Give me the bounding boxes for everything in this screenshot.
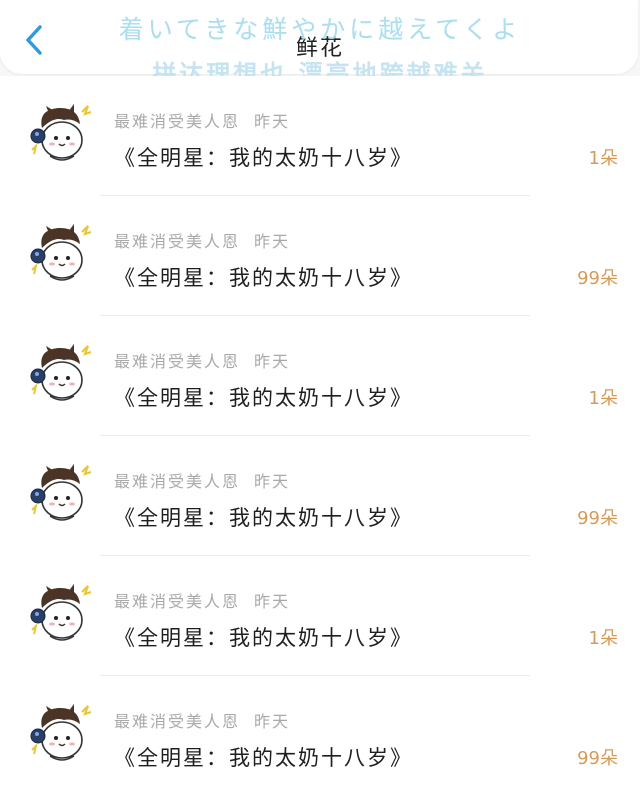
avatar [30,224,92,281]
sender-line: 最难消受美人恩 昨天 [114,588,290,612]
sender-name: 最难消受美人恩 [114,352,241,371]
gift-title: 《全明星：我的太奶十八岁》 [114,626,413,650]
timestamp: 昨天 [254,112,291,131]
sender-line: 最难消受美人恩 昨天 [114,108,290,132]
avatar [30,704,92,761]
avatar [30,344,92,401]
timestamp: 昨天 [254,352,291,371]
avatar [30,464,92,521]
flower-count: 99朵 [577,268,618,289]
lyric-overlay-line1: 着いてきな鮮やかに越えてくよ [118,15,522,44]
avatar [30,104,92,161]
gift-title: 《全明星：我的太奶十八岁》 [114,746,413,770]
sender-name: 最难消受美人恩 [114,112,241,131]
sender-line: 最难消受美人恩 昨天 [114,228,290,252]
flower-count: 1朵 [588,148,618,169]
flower-count: 99朵 [577,508,618,529]
flower-count: 99朵 [577,748,618,769]
sender-line: 最难消受美人恩 昨天 [114,348,290,372]
sender-name: 最难消受美人恩 [114,472,241,491]
sender-name: 最难消受美人恩 [114,592,241,611]
list-item[interactable]: 最难消受美人恩 昨天 《全明星：我的太奶十八岁》 99朵 [0,436,640,556]
list-item[interactable]: 最难消受美人恩 昨天 《全明星：我的太奶十八岁》 1朵 [0,316,640,436]
timestamp: 昨天 [254,232,291,251]
flower-count: 1朵 [588,628,618,649]
list-item[interactable]: 最难消受美人恩 昨天 《全明星：我的太奶十八岁》 1朵 [0,76,640,196]
flower-count: 1朵 [588,388,618,409]
gift-title: 《全明星：我的太奶十八岁》 [114,146,413,170]
sender-line: 最难消受美人恩 昨天 [114,468,290,492]
gift-title: 《全明星：我的太奶十八岁》 [114,386,413,410]
list-item[interactable]: 最难消受美人恩 昨天 《全明星：我的太奶十八岁》 99朵 [0,196,640,316]
sender-name: 最难消受美人恩 [114,712,241,731]
gift-list: 最难消受美人恩 昨天 《全明星：我的太奶十八岁》 1朵 最难消受美人恩 昨天 《全明… [0,76,640,796]
list-item[interactable]: 最难消受美人恩 昨天 《全明星：我的太奶十八岁》 1朵 [0,556,640,676]
timestamp: 昨天 [254,472,291,491]
top-bar: 鲜花 着いてきな鮮やかに越えてくよ 拼达理想也 漂亮地跨越难关 [0,0,638,88]
timestamp: 昨天 [254,712,291,731]
timestamp: 昨天 [254,592,291,611]
list-item[interactable]: 最难消受美人恩 昨天 《全明星：我的太奶十八岁》 99朵 [0,676,640,796]
gift-title: 《全明星：我的太奶十八岁》 [114,266,413,290]
sender-line: 最难消受美人恩 昨天 [114,708,290,732]
sender-name: 最难消受美人恩 [114,232,241,251]
gift-title: 《全明星：我的太奶十八岁》 [114,506,413,530]
avatar [30,584,92,641]
